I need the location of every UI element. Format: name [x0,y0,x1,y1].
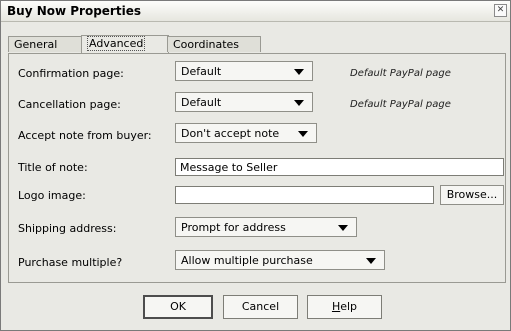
title-bar: Buy Now Properties ✕ [1,1,510,22]
dropdown-arrow-icon [294,69,304,75]
help-button[interactable]: Help [307,295,382,319]
close-icon[interactable]: ✕ [494,4,507,17]
ok-button[interactable]: OK [143,295,213,319]
logo-image-input[interactable] [175,186,434,204]
shipping-address-label: Shipping address: [18,222,117,235]
purchase-multiple-select[interactable]: Allow multiple purchase [175,250,385,270]
confirmation-page-note: Default PayPal page [350,68,451,79]
help-mnemonic: H [331,300,341,313]
dialog-title: Buy Now Properties [7,4,141,18]
confirmation-page-label: Confirmation page: [18,67,124,80]
help-label-rest: elp [340,300,358,313]
browse-button[interactable]: Browse... [440,185,504,205]
dialog-window: Buy Now Properties ✕ General Advanced Co… [0,0,511,331]
shipping-address-select[interactable]: Prompt for address [175,217,357,237]
footer-divider [8,282,505,283]
title-of-note-label: Title of note: [18,161,88,174]
dropdown-arrow-icon [294,100,304,106]
logo-image-label: Logo image: [18,189,86,202]
dropdown-arrow-icon [298,131,308,137]
accept-note-select[interactable]: Don't accept note [175,123,317,143]
accept-note-label: Accept note from buyer: [18,129,152,142]
cancellation-page-label: Cancellation page: [18,98,121,111]
purchase-multiple-label: Purchase multiple? [18,256,123,269]
cancellation-page-select[interactable]: Default [175,92,313,112]
tab-advanced[interactable]: Advanced [81,35,169,53]
tab-coordinates[interactable]: Coordinates [167,36,261,52]
cancellation-page-note: Default PayPal page [350,99,451,110]
title-of-note-input[interactable]: Message to Seller [175,158,504,176]
confirmation-page-select[interactable]: Default [175,61,313,81]
dropdown-arrow-icon [366,258,376,264]
dropdown-arrow-icon [338,225,348,231]
tab-general[interactable]: General [8,36,82,52]
cancel-button[interactable]: Cancel [223,295,298,319]
